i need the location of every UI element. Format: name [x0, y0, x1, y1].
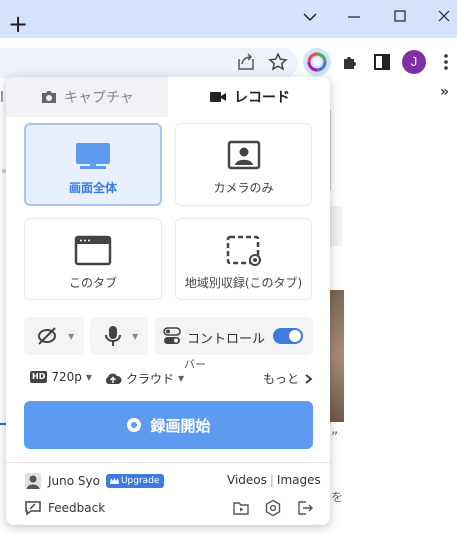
recorder-extension-button[interactable] [303, 48, 331, 76]
more-options-label: もっと [263, 372, 300, 386]
more-options-link[interactable]: もっと [263, 370, 313, 387]
start-recording-button[interactable]: 録画開始 [24, 401, 313, 449]
page-text-fragment: を [331, 490, 344, 504]
control-bar-setting: コントロール [155, 317, 313, 355]
share-icon[interactable] [234, 50, 258, 74]
microphone-icon [105, 326, 121, 346]
mode-this-tab-label: このタブ [68, 276, 117, 290]
cloud-upload-icon [105, 373, 122, 384]
quality-value: 720p [51, 370, 82, 384]
chevron-right-icon [305, 373, 313, 384]
feedback-label: Feedback [48, 501, 106, 515]
control-bar-toggle[interactable] [273, 328, 303, 344]
quality-dropdown[interactable]: HD 720p ▼ [30, 370, 92, 384]
camera-off-icon [38, 327, 56, 345]
browser-tab-icon [74, 235, 112, 267]
chevron-down-icon: ▼ [68, 332, 75, 341]
storage-dropdown[interactable]: クラウド ▼ [104, 370, 184, 387]
upgrade-label: Upgrade [120, 476, 160, 486]
maximize-icon[interactable] [388, 6, 412, 28]
page-divider [330, 110, 331, 190]
videos-link[interactable]: Videos [227, 473, 267, 487]
tab-search-chevron-icon[interactable] [298, 6, 322, 28]
close-window-icon[interactable] [432, 6, 456, 28]
settings-icon[interactable] [264, 499, 282, 517]
chevron-down-icon: ▼ [132, 332, 139, 341]
page-text-fragment: l [0, 90, 4, 106]
mode-full-screen[interactable]: 画面全体 [24, 123, 162, 206]
page-image [330, 290, 344, 422]
page-text-fragment: ” [331, 430, 339, 446]
chevron-down-icon: ▼ [178, 374, 185, 383]
images-link[interactable]: Images [277, 473, 321, 487]
region-select-icon [225, 235, 263, 267]
tab-record-label: レコード [234, 90, 290, 106]
start-recording-label: 録画開始 [150, 416, 211, 435]
mode-camera-only-label: カメラのみ [213, 181, 274, 195]
video-folder-icon[interactable] [232, 499, 250, 517]
feedback-link[interactable]: Feedback [24, 500, 105, 516]
video-icon [210, 92, 226, 102]
record-icon [127, 418, 142, 432]
sign-out-icon[interactable] [296, 499, 314, 517]
mode-tabs: キャプチャ レコード [6, 77, 330, 117]
hd-icon: HD [30, 371, 48, 383]
mode-region-this-tab[interactable]: 地域別収録(このタブ) [175, 218, 312, 300]
side-panel-icon[interactable] [370, 50, 394, 74]
extensions-puzzle-icon[interactable] [338, 50, 362, 74]
link-separator: | [269, 473, 274, 487]
camera-icon [42, 91, 57, 103]
mode-region-this-tab-label: 地域別収録(このタブ) [184, 276, 303, 290]
mode-camera-only[interactable]: カメラのみ [175, 123, 312, 206]
recording-options: HD 720p ▼ クラウド ▼ もっと [24, 370, 314, 388]
user-name: Juno Syo [48, 474, 100, 488]
storage-value: クラウド [126, 372, 175, 386]
menu-kebab-icon[interactable] [434, 50, 457, 74]
camera-toggle-dropdown[interactable]: ▼ [24, 317, 84, 355]
browser-titlebar: + [0, 0, 457, 38]
tab-capture-label: キャプチャ [64, 90, 134, 106]
page-background-block [330, 206, 342, 246]
bookmarks-overflow-button[interactable]: » [440, 84, 449, 100]
feedback-icon [25, 501, 41, 516]
microphone-dropdown[interactable]: ▼ [90, 317, 148, 355]
footer-divider [6, 462, 330, 463]
user-icon [25, 473, 41, 489]
tab-capture[interactable]: キャプチャ [6, 77, 168, 117]
gallery-links: Videos | Images [227, 473, 321, 487]
upgrade-button[interactable]: Upgrade [105, 474, 165, 488]
recorder-extension-icon [307, 52, 327, 72]
mode-full-screen-label: 画面全体 [68, 181, 117, 195]
profile-avatar[interactable]: J [402, 50, 426, 74]
mode-this-tab[interactable]: このタブ [24, 218, 162, 300]
camera-portrait-icon [226, 140, 262, 172]
minimize-icon[interactable] [342, 6, 366, 28]
new-tab-button[interactable]: + [8, 12, 28, 36]
chevron-down-icon: ▼ [85, 372, 93, 382]
monitor-icon [74, 141, 112, 173]
tab-record[interactable]: レコード [168, 77, 330, 117]
toggle-switches-icon [163, 327, 181, 344]
bookmark-star-icon[interactable] [266, 50, 290, 74]
account-row: Juno Syo Upgrade [24, 472, 165, 490]
control-bar-label: コントロール [187, 332, 266, 347]
crown-icon [109, 477, 119, 484]
